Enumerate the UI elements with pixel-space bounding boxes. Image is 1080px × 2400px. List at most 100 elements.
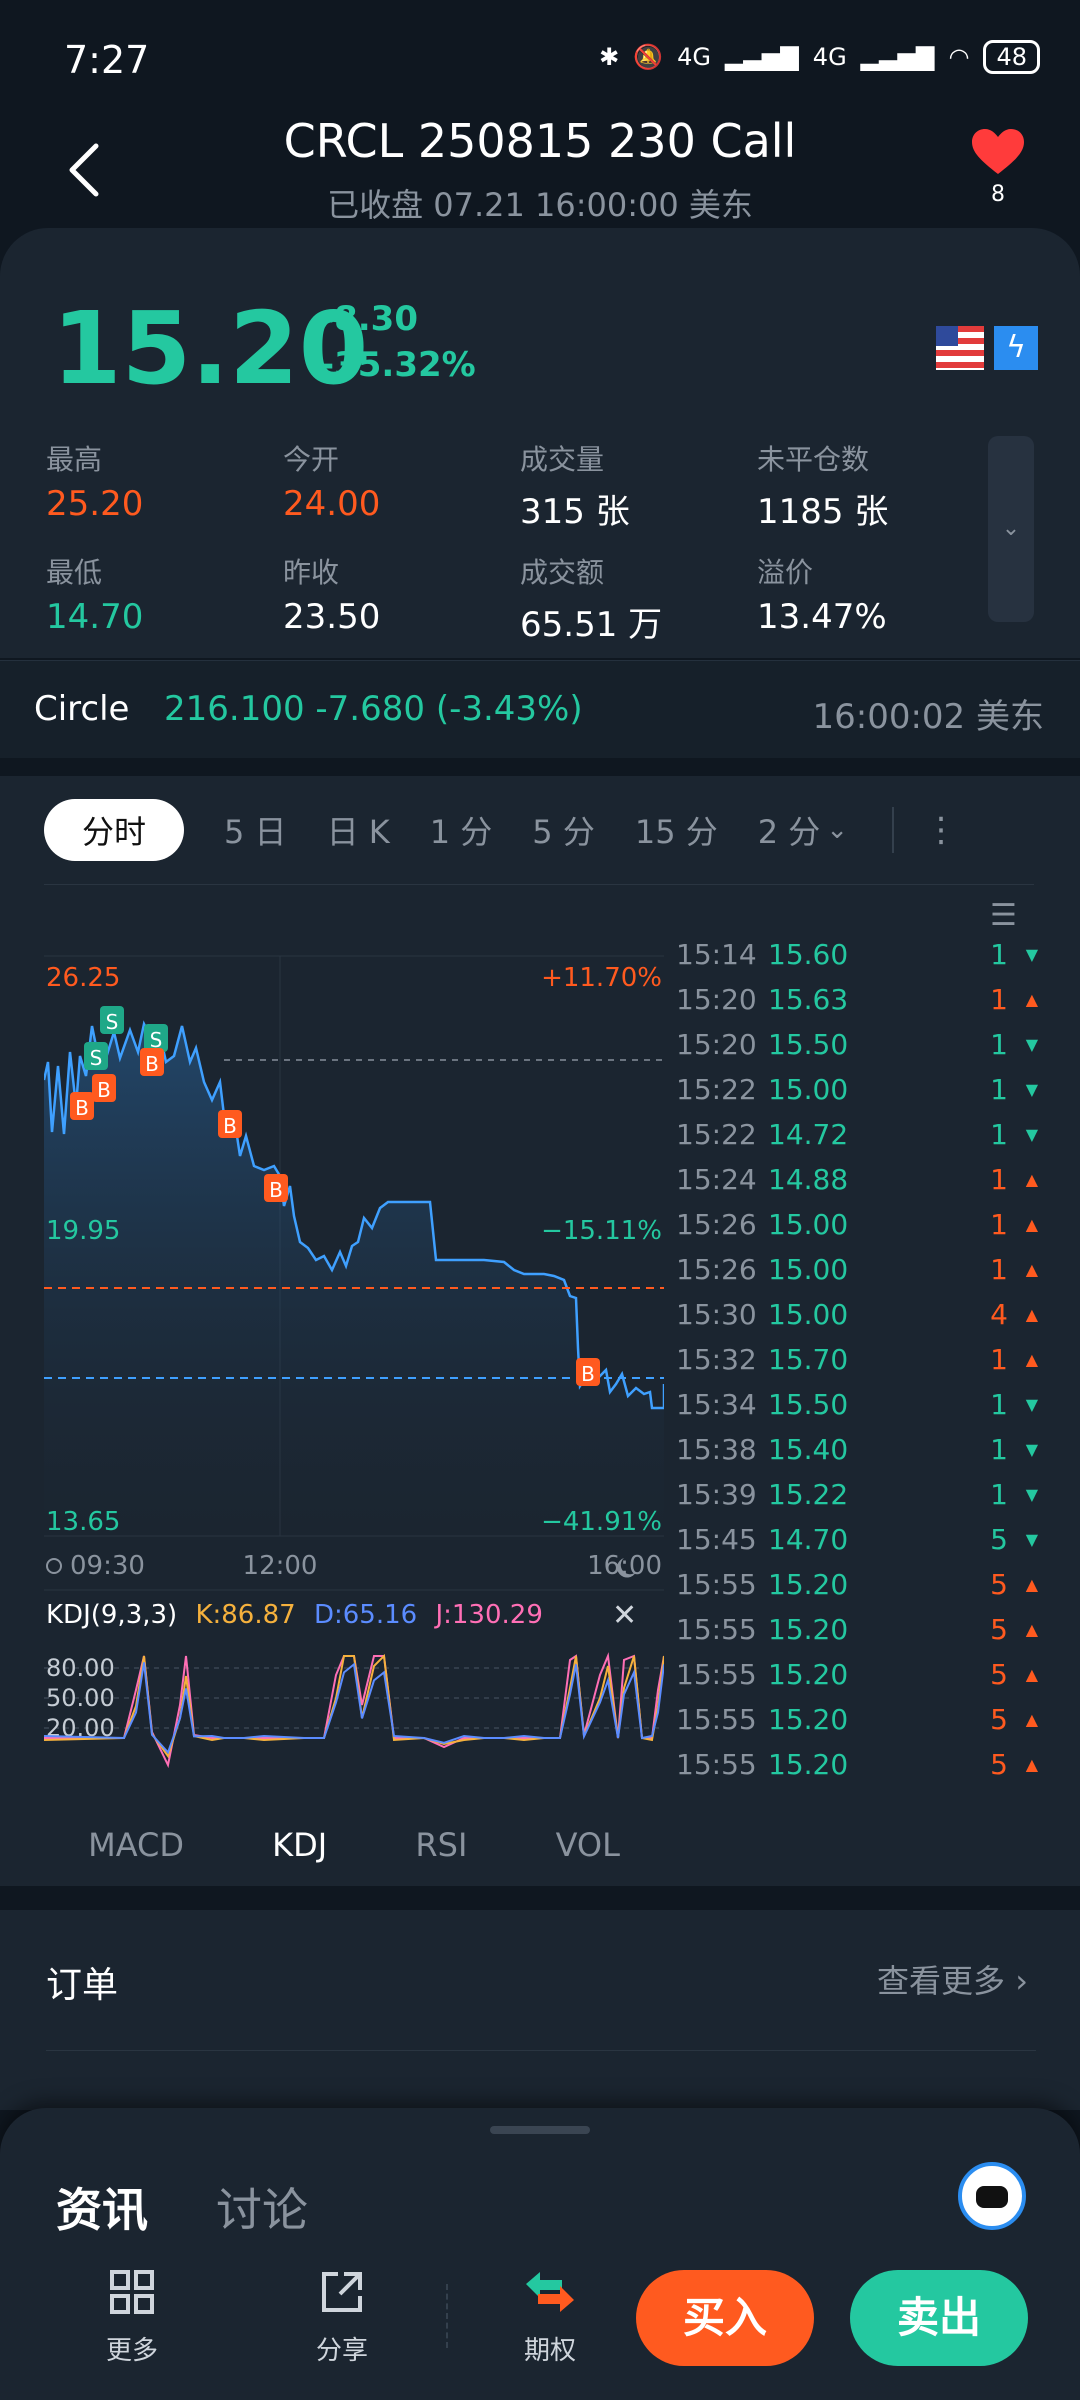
trade-row: 15:30 15.00 4 ▲	[676, 1292, 1038, 1337]
chart-tab[interactable]: 15 分	[635, 807, 718, 853]
stat-value: 13.47%	[757, 597, 887, 637]
indicator-tab[interactable]: VOL	[556, 1826, 620, 1864]
trade-row: 15:55 15.20 5 ▲	[676, 1607, 1038, 1652]
chevron-right-icon: ›	[1015, 1962, 1028, 2000]
assistant-robot-icon[interactable]	[958, 2162, 1026, 2230]
trade-row: 15:26 15.00 1 ▲	[676, 1202, 1038, 1247]
trade-time: 15:34	[676, 1388, 757, 1421]
kdj-name: KDJ(9,3,3)	[46, 1600, 178, 1630]
trade-row: 15:20 15.50 1 ▼	[676, 1022, 1038, 1067]
stat-item: 未平仓数 1185 张	[757, 438, 994, 533]
trade-price: 15.20	[768, 1703, 849, 1736]
tab-news[interactable]: 资讯	[56, 2174, 148, 2240]
chart-tab[interactable]: 分时	[44, 799, 185, 861]
trade-time: 15:20	[676, 983, 757, 1016]
chart-tab[interactable]: 日 K	[327, 807, 390, 853]
stat-label: 最低	[46, 556, 103, 589]
trade-price: 15.70	[768, 1343, 849, 1376]
arrow-down-icon: ▼	[1025, 1440, 1038, 1459]
stat-item: 昨收 23.50	[283, 551, 520, 646]
trade-price: 15.50	[768, 1028, 849, 1061]
trade-price: 15.00	[768, 1073, 849, 1106]
pct-label-top: +11.70%	[541, 963, 662, 993]
trade-qty: 4	[990, 1298, 1008, 1331]
options-button[interactable]: 期权	[490, 2268, 610, 2367]
favorite-button[interactable]: 8	[968, 128, 1028, 207]
buy-button[interactable]: 买入	[636, 2270, 814, 2366]
trade-qty: 5	[990, 1568, 1008, 1601]
expand-stats-button[interactable]: ⌄	[988, 436, 1034, 622]
trade-qty: 5	[990, 1613, 1008, 1646]
sell-button[interactable]: 卖出	[850, 2270, 1028, 2366]
tab-discuss[interactable]: 讨论	[216, 2174, 308, 2240]
y-label-top: 26.25	[46, 963, 120, 993]
trade-row: 15:55 15.20 5 ▲	[676, 1652, 1038, 1697]
chart-tab[interactable]: 2 分	[758, 807, 821, 853]
trade-qty: 1	[990, 1253, 1008, 1286]
list-toggle-icon[interactable]: ☰	[990, 898, 1017, 933]
orders-section: 订单 查看更多 ›	[0, 1910, 1080, 2110]
trade-time: 15:55	[676, 1658, 757, 1691]
sheet-handle[interactable]	[490, 2126, 590, 2134]
options-icon	[490, 2268, 610, 2324]
trade-time: 15:39	[676, 1478, 757, 1511]
trade-time: 15:55	[676, 1568, 757, 1601]
more-options-icon[interactable]: ⋮	[924, 810, 958, 850]
stat-label: 溢价	[757, 556, 814, 589]
stat-item: 成交额 65.51 万	[520, 551, 757, 646]
market-status: 已收盘 07.21 16:00:00 美东	[327, 186, 753, 224]
bluetooth-icon: ✱	[599, 43, 620, 71]
sun-icon	[46, 1558, 62, 1574]
pct-label-mid: −15.11%	[541, 1216, 662, 1246]
trade-qty: 1	[990, 1208, 1008, 1241]
arrow-up-icon: ▲	[1025, 990, 1038, 1009]
arrow-up-icon: ▲	[1025, 1305, 1038, 1324]
stat-item: 溢价 13.47%	[757, 551, 994, 646]
trade-row: 15:24 14.88 1 ▲	[676, 1157, 1038, 1202]
trade-list[interactable]: 15:14 15.60 1 ▼ 15:20 15.63 1 ▲ 15:20 15.50 1 ▼ 15:2…	[676, 932, 1038, 1787]
price-chart[interactable]: SSSBBBBBB26.2519.9513.65+11.70%−15.11%−4…	[44, 926, 664, 1826]
stat-value: 25.20	[46, 484, 144, 524]
trade-row: 15:14 15.60 1 ▼	[676, 932, 1038, 977]
trade-time: 15:26	[676, 1208, 757, 1241]
bottom-sheet: 资讯 讨论 更多 分享 期权 买入 卖出	[0, 2108, 1080, 2400]
pct-label-bottom: −41.91%	[541, 1507, 662, 1537]
x-label-mid: 12:00	[243, 1551, 318, 1581]
trade-price: 15.50	[768, 1388, 849, 1421]
kdj-k: K:86.87	[195, 1600, 296, 1630]
trade-price: 15.20	[768, 1613, 849, 1646]
share-button[interactable]: 分享	[282, 2268, 402, 2367]
trade-time: 15:22	[676, 1118, 757, 1151]
orders-title: 订单	[46, 1965, 119, 2006]
indicator-tab[interactable]: RSI	[415, 1826, 467, 1864]
chevron-down-icon: ⌄	[1001, 516, 1021, 541]
y-label-bottom: 13.65	[46, 1507, 120, 1537]
trade-time: 15:30	[676, 1298, 757, 1331]
underlying-row[interactable]: Circle 216.100 -7.680 (-3.43%) 16:00:02 …	[0, 660, 1080, 758]
trade-time: 15:45	[676, 1523, 757, 1556]
arrow-up-icon: ▲	[1025, 1350, 1038, 1369]
trade-qty: 1	[990, 938, 1008, 971]
arrow-down-icon: ▼	[1025, 1485, 1038, 1504]
chart-tab[interactable]: 5 日	[224, 807, 287, 853]
chart-tab[interactable]: 1 分	[430, 807, 493, 853]
more-button[interactable]: 更多	[72, 2268, 192, 2367]
trade-price: 15.20	[768, 1748, 849, 1781]
marker-label: B	[581, 1362, 595, 1386]
chart-tab[interactable]: 5 分	[532, 807, 595, 853]
indicator-tab[interactable]: KDJ	[272, 1826, 327, 1864]
indicator-tab[interactable]: MACD	[88, 1826, 184, 1864]
underlying-name: Circle	[34, 689, 130, 729]
close-icon[interactable]: ✕	[612, 1598, 637, 1633]
trade-qty: 5	[990, 1658, 1008, 1691]
stat-label: 最高	[46, 443, 103, 476]
trade-time: 15:22	[676, 1073, 757, 1106]
lightning-icon[interactable]: ϟ	[994, 326, 1038, 370]
trade-price: 15.40	[768, 1433, 849, 1466]
orders-more-link[interactable]: 查看更多 ›	[877, 1956, 1028, 2002]
arrow-down-icon: ▼	[1025, 945, 1038, 964]
arrow-up-icon: ▲	[1025, 1665, 1038, 1684]
change-percent: -35.32%	[320, 345, 476, 385]
trade-price: 14.88	[768, 1163, 849, 1196]
y-label-mid: 19.95	[46, 1216, 120, 1246]
